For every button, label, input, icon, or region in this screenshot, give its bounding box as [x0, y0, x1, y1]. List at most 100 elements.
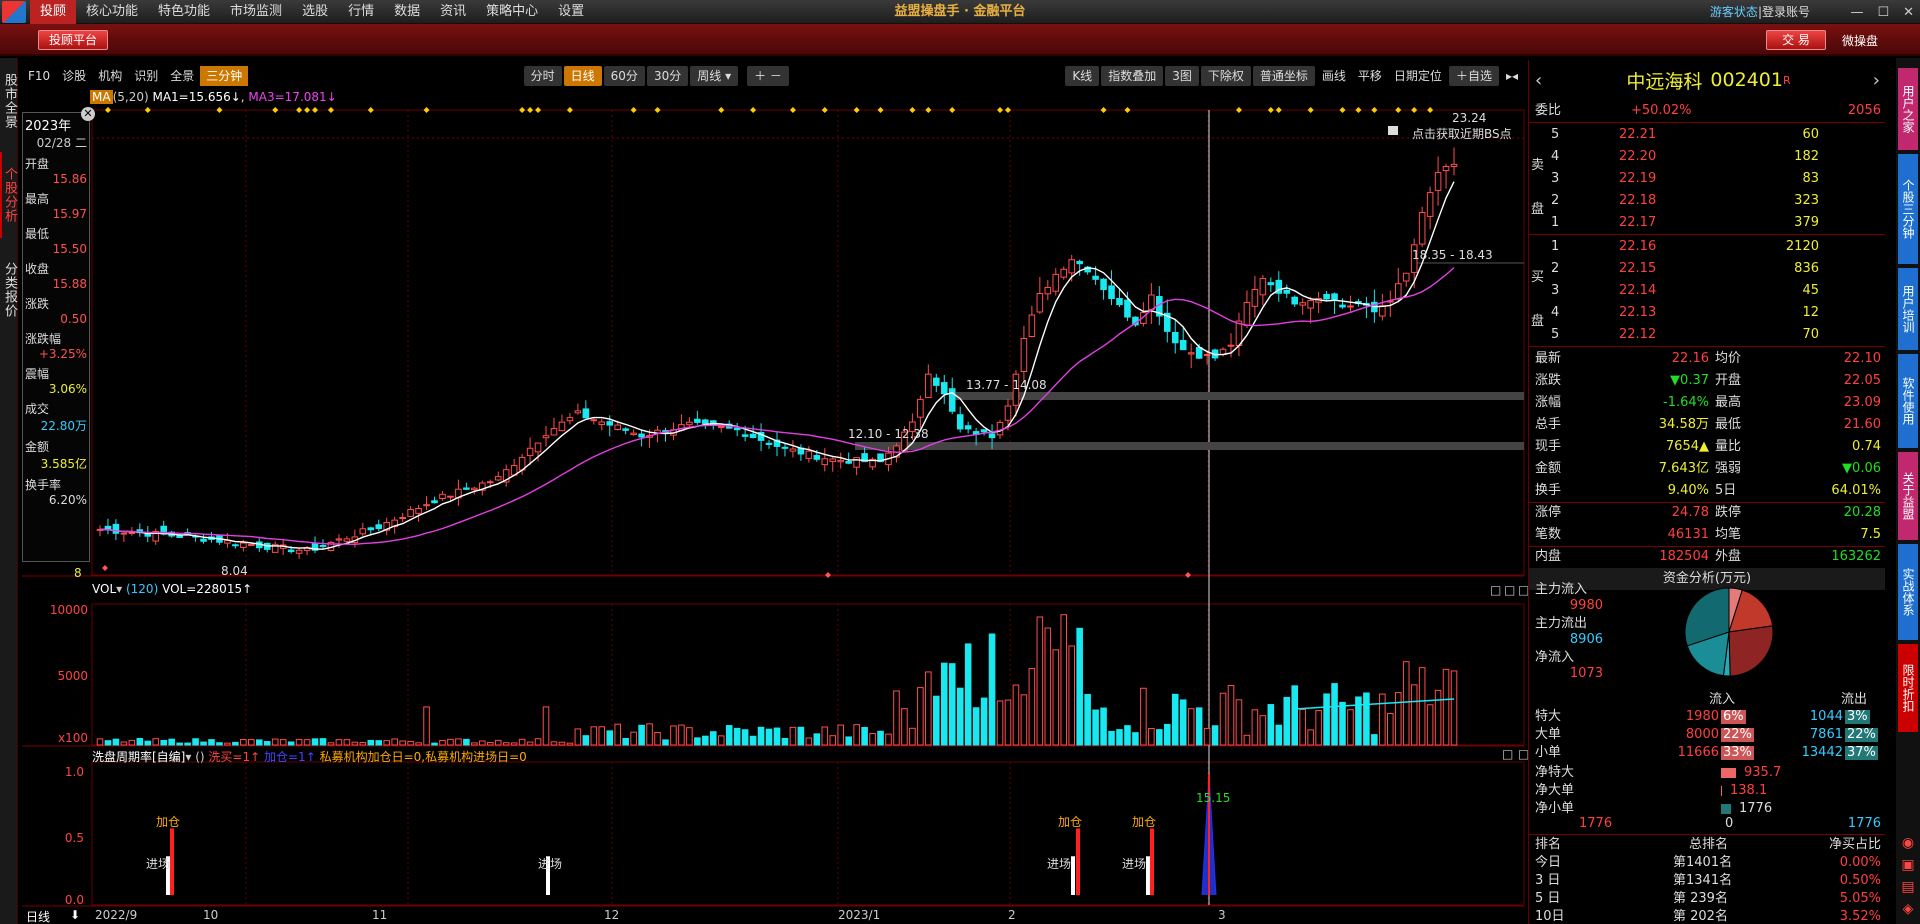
- flow-out-pct: 22%: [1845, 727, 1878, 742]
- candle-body: [176, 535, 183, 539]
- signal-diamond: [949, 107, 956, 113]
- stat-value: 7.643亿: [1658, 461, 1709, 476]
- stat-label-2: 最高: [1715, 395, 1742, 410]
- info-low-label: 最低: [25, 227, 50, 241]
- candle-body: [821, 458, 829, 466]
- candle-body: [813, 455, 821, 460]
- rank-period: 3 日: [1535, 873, 1561, 888]
- candle-body: [1235, 320, 1243, 347]
- fund-value: 8906: [1569, 632, 1603, 647]
- signal-diamond: [423, 107, 430, 113]
- side-icon-1[interactable]: ◉: [1902, 835, 1914, 851]
- volume-bar: [1434, 689, 1442, 746]
- ask-level: 1: [1551, 215, 1560, 230]
- volume-bar: [176, 742, 183, 746]
- entry-label: 进场: [146, 857, 170, 871]
- buy-side-label: 买盘: [1531, 270, 1545, 329]
- signal-diamond: [1371, 107, 1378, 113]
- signal-diamond: [304, 107, 311, 113]
- volume-bar: [486, 741, 494, 746]
- fund-value: 9980: [1569, 598, 1603, 613]
- flow-in: 1980: [1685, 709, 1719, 724]
- ask-level: 5: [1551, 127, 1560, 142]
- tab-stock-3min[interactable]: 个股三分钟: [1898, 154, 1918, 264]
- candle-body: [1203, 353, 1211, 356]
- volume-bar: [263, 741, 271, 746]
- signal-diamond: [1275, 107, 1282, 113]
- candle-body: [598, 421, 606, 425]
- signal-diamond: [104, 107, 111, 113]
- flow-out: 7861: [1809, 727, 1843, 742]
- webi-count: 2056: [1847, 103, 1881, 118]
- sell-side-label: 卖盘: [1531, 158, 1545, 217]
- volume-bar: [96, 738, 104, 746]
- lock-icon: [1388, 126, 1398, 135]
- volume-bar: [1227, 685, 1235, 746]
- candle-body: [248, 544, 255, 547]
- tab-user-training[interactable]: 用户培训: [1898, 268, 1918, 350]
- tab-software-use[interactable]: 软件使用: [1898, 354, 1918, 448]
- volume-bar: [940, 662, 948, 746]
- ind-name[interactable]: 洗盘周期率[自编]: [92, 750, 185, 764]
- bid-volume: 836: [1794, 261, 1819, 276]
- support-zone: [855, 442, 1524, 450]
- candle-body: [925, 373, 932, 399]
- volume-bar: [351, 741, 359, 746]
- candle-body: [940, 382, 948, 395]
- ask-volume: 323: [1794, 193, 1819, 208]
- candle-body: [1323, 293, 1330, 300]
- flow-label: 小单: [1535, 745, 1562, 760]
- volume-bar: [1371, 734, 1378, 746]
- candle-body: [1108, 285, 1115, 300]
- close-info-icon[interactable]: ✕: [81, 107, 95, 121]
- side-icon-4[interactable]: ◈: [1903, 901, 1914, 917]
- volume-bar: [518, 738, 526, 746]
- volume-bar: [152, 738, 160, 746]
- candle-body: [1426, 192, 1434, 217]
- volume-bar: [582, 735, 590, 746]
- volume-bar: [1068, 645, 1075, 746]
- stat-value: 7654▲: [1665, 439, 1709, 454]
- signal-diamond: [925, 107, 932, 113]
- tab-discount[interactable]: 限时折扣: [1898, 644, 1918, 732]
- volume-bar: [1235, 699, 1243, 746]
- period-down-icon[interactable]: ⬇: [70, 908, 80, 922]
- vol-params: (120): [125, 582, 159, 596]
- side-icon-2[interactable]: ▣: [1901, 857, 1914, 873]
- volume-bar: [510, 742, 518, 746]
- volume-bar: [972, 707, 980, 746]
- vol-tag[interactable]: VOL: [92, 582, 116, 596]
- tab-combat-system[interactable]: 实战体系: [1898, 544, 1918, 640]
- sidebar-small-icons[interactable]: ◉ ▣ ▤ ◈: [1900, 832, 1916, 920]
- volume-bar: [1267, 704, 1275, 746]
- tab-about[interactable]: 关于益盟: [1898, 452, 1918, 540]
- rank-period: 5 日: [1535, 891, 1561, 906]
- volume-bar: [1187, 708, 1195, 746]
- fund-pie-chart: [1684, 587, 1774, 677]
- side-icon-3[interactable]: ▤: [1901, 879, 1914, 895]
- net-scale-left: 1776: [1579, 816, 1613, 831]
- volume-bar: [845, 736, 852, 746]
- period-label[interactable]: 日线: [26, 908, 50, 924]
- ma5-line: [99, 181, 1455, 550]
- rank-total: 第 239名: [1673, 891, 1728, 906]
- prev-stock-icon[interactable]: ‹: [1535, 70, 1542, 91]
- rank-head-1: 总排名: [1689, 837, 1729, 852]
- candle-body: [590, 419, 598, 422]
- candle-body: [1179, 340, 1187, 351]
- volume-bar: [112, 738, 120, 746]
- stat-value: ▼0.37: [1670, 373, 1709, 388]
- volume-bar: [1052, 649, 1060, 746]
- volume-bar: [279, 739, 287, 746]
- ask-volume: 379: [1794, 215, 1819, 230]
- next-stock-icon[interactable]: ›: [1873, 70, 1880, 91]
- candle-body: [447, 495, 454, 498]
- volume-bar: [494, 739, 502, 746]
- volume-bar: [885, 733, 892, 746]
- volume-bar: [980, 697, 988, 746]
- candle-body: [240, 542, 247, 548]
- flow-label: 特大: [1535, 709, 1562, 724]
- net-label: 净特大: [1535, 765, 1575, 780]
- info-turn-label: 换手率: [25, 478, 62, 492]
- tab-user-home[interactable]: 用户之家: [1898, 68, 1918, 150]
